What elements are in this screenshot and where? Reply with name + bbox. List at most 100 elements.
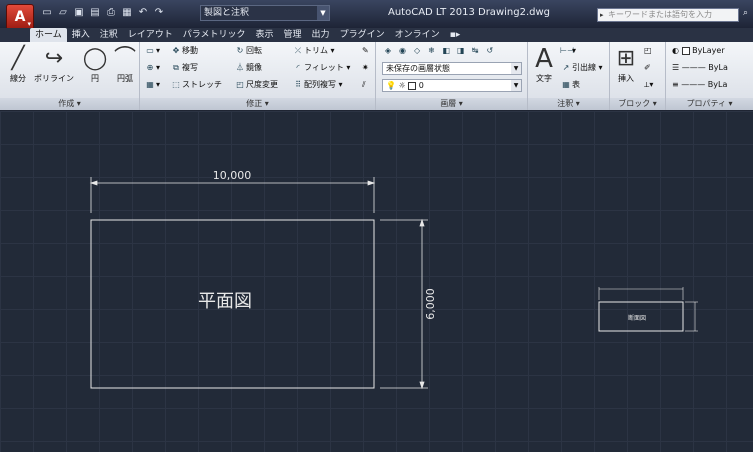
tab-layout[interactable]: レイアウト (123, 28, 178, 42)
tab-plugins[interactable]: プラグイン (335, 28, 390, 42)
copy-button[interactable]: ⧉ 複写 (170, 62, 198, 74)
tab-view[interactable]: 表示 (251, 28, 279, 42)
line-icon: ╱ (11, 46, 25, 71)
polyline-button[interactable]: ↪ ポリライン (34, 45, 74, 84)
insert-label: 挿入 (618, 74, 634, 83)
attribute-icon[interactable]: ⟂▾ (644, 79, 653, 91)
offset-icon[interactable]: ⫽ (362, 79, 366, 91)
rectangle-tool[interactable]: ▭ ▾ (144, 45, 160, 57)
layer-state-dropdown[interactable]: 未保存の画層状態 ▼ (382, 62, 522, 75)
title-bar: A ▾ ▭ ▱ ▣ ▤ ⎙ ▦ ↶ ↷ 製図と注釈 ▼ AutoCAD LT 20… (0, 0, 753, 30)
fillet-button[interactable]: ◜ フィレット ▾ (292, 62, 350, 74)
line-button[interactable]: ╱ 線分 (6, 45, 30, 84)
tab-insert[interactable]: 挿入 (67, 28, 95, 42)
tab-parametric[interactable]: パラメトリック (178, 28, 251, 42)
text-button[interactable]: A 文字 (532, 45, 556, 84)
tab-output[interactable]: 出力 (307, 28, 335, 42)
scale-button[interactable]: ◰ 尺度変更 (234, 79, 278, 91)
layer-properties-icon[interactable]: ◈ (382, 45, 394, 57)
layer-freeze-icon[interactable]: ❄ (426, 45, 438, 57)
polyline-label: ポリライン (34, 74, 74, 83)
color-swatch (681, 46, 690, 55)
copy-icon: ⧉ (173, 63, 179, 72)
circle-label: 円 (91, 74, 99, 83)
binoculars-icon[interactable]: ⌕ (743, 8, 753, 22)
table-button[interactable]: ▦ 表 (560, 79, 580, 91)
edit-block-icon[interactable]: ✐ (644, 62, 651, 74)
workspace-dropdown[interactable]: 製図と注釈 ▼ (200, 5, 330, 21)
circle-button[interactable]: ◯ 円 (82, 45, 108, 84)
layers-panel-title[interactable]: 画層 ▾ (376, 98, 527, 110)
rotate-label: 回転 (246, 46, 262, 55)
layer-color-swatch (408, 81, 417, 90)
height-dimension[interactable] (380, 218, 428, 390)
rectangle-icon: ▭ (146, 46, 154, 55)
annotation-panel-title[interactable]: 注釈 ▾ (528, 98, 609, 110)
search-input[interactable]: ▸ キーワードまたは語句を入力 (597, 8, 739, 22)
mirror-button[interactable]: ⏃ 鏡像 (234, 62, 262, 74)
arc-button[interactable]: ⌒ 円弧 (112, 45, 138, 84)
ribbon-toggle-icon[interactable]: ▪▸ (445, 28, 466, 42)
move-button[interactable]: ✥ 移動 (170, 45, 198, 57)
tab-home[interactable]: ホーム (30, 28, 67, 42)
save-as-icon[interactable]: ▤ (88, 6, 102, 20)
palette-icon: ◐ (672, 46, 679, 55)
move-icon: ✥ (172, 46, 180, 55)
layer-iso-icon[interactable]: ◉ (397, 45, 409, 57)
application-menu-button[interactable]: A ▾ (6, 4, 34, 30)
save-icon[interactable]: ▣ (72, 6, 86, 20)
layer-state-value: 未保存の画層状態 (386, 64, 450, 73)
explode-icon[interactable]: ✷ (362, 62, 369, 74)
create-block-icon[interactable]: ◰ (644, 45, 652, 57)
layer-match-icon[interactable]: ◧ (440, 45, 452, 57)
trim-button[interactable]: ⤫ トリム ▾ (292, 45, 335, 57)
layer-off-icon[interactable]: ◇ (411, 45, 423, 57)
drawing-canvas[interactable]: 10,000 6,000 平面図 断面図 (0, 111, 753, 452)
rotate-button[interactable]: ↻ 回転 (234, 45, 262, 57)
plot-icon[interactable]: ⎙ (104, 6, 118, 20)
redo-icon[interactable]: ↷ (152, 6, 166, 20)
expand-icon: ▸ (600, 11, 604, 19)
tab-annotate[interactable]: 注釈 (95, 28, 123, 42)
layer-walk-icon[interactable]: ↹ (469, 45, 481, 57)
leader-icon: ↗ (562, 63, 570, 72)
table-icon: ▦ (562, 80, 570, 89)
lineweight-dropdown[interactable]: ≡ ——— ByLa (672, 79, 727, 91)
layer-unisolate-icon[interactable]: ◨ (455, 45, 467, 57)
block-panel-title[interactable]: ブロック ▾ (610, 98, 665, 110)
width-dimension[interactable] (89, 177, 376, 213)
leader-button[interactable]: ↗ 引出線 ▾ (560, 62, 603, 74)
new-icon[interactable]: ▭ (40, 6, 54, 20)
current-layer-dropdown[interactable]: 💡 ☼ 0 ▼ (382, 79, 522, 92)
move-label: 移動 (182, 46, 198, 55)
color-dropdown[interactable]: ◐ ByLayer (672, 45, 725, 57)
scale-label: 尺度変更 (246, 80, 278, 89)
quick-access-toolbar: ▭ ▱ ▣ ▤ ⎙ ▦ ↶ ↷ (40, 6, 166, 20)
hatch-tool[interactable]: ⊕ ▾ (144, 62, 160, 74)
properties-panel-title[interactable]: プロパティ ▾ (666, 98, 753, 110)
array-label: 配列複写 ▾ (304, 80, 343, 89)
draw-panel-title[interactable]: 作成 ▾ (0, 98, 139, 110)
modify-panel-title[interactable]: 修正 ▾ (140, 98, 375, 110)
rotate-icon: ↻ (236, 46, 244, 55)
tab-online[interactable]: オンライン (390, 28, 445, 42)
undo-icon[interactable]: ↶ (136, 6, 150, 20)
layer-previous-icon[interactable]: ↺ (484, 45, 496, 57)
insert-icon: ⊞ (616, 46, 636, 71)
print-icon[interactable]: ▦ (120, 6, 134, 20)
stretch-button[interactable]: ⬚ ストレッチ (170, 79, 222, 91)
open-icon[interactable]: ▱ (56, 6, 70, 20)
linetype-dropdown[interactable]: ☰ ——— ByLa (672, 62, 728, 74)
array-button[interactable]: ⠿ 配列複写 ▾ (292, 79, 343, 91)
dimension-button[interactable]: ⊢⊣▾ (560, 45, 576, 57)
tab-manage[interactable]: 管理 (279, 28, 307, 42)
autocad-window: A ▾ ▭ ▱ ▣ ▤ ⎙ ▦ ↶ ↷ 製図と注釈 ▼ AutoCAD LT 20… (0, 0, 753, 452)
dimension-icon: ⊢⊣ (560, 46, 574, 55)
hatch-icon: ⊕ (146, 63, 154, 72)
region-tool[interactable]: ▦ ▾ (144, 79, 160, 91)
layers-panel: ◈ ◉ ◇ ❄ ◧ ◨ ↹ ↺ 未保存の画層状態 ▼ 💡 ☼ 0 ▼ 画層 ▾ (376, 42, 528, 110)
plan-label: 平面図 (198, 291, 252, 312)
mirror-icon: ⏃ (236, 63, 244, 72)
erase-icon[interactable]: ✎ (362, 45, 369, 57)
insert-button[interactable]: ⊞ 挿入 (614, 45, 638, 84)
